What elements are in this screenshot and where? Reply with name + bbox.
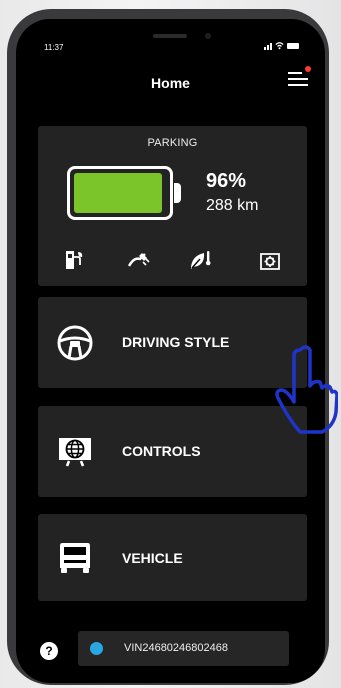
- status-icons: [264, 41, 299, 50]
- charging-station-icon[interactable]: [62, 248, 86, 272]
- driving-style-button[interactable]: DRIVING STYLE: [38, 297, 307, 388]
- vehicle-button[interactable]: VEHICLE: [38, 514, 307, 601]
- settings-icon[interactable]: [258, 248, 282, 272]
- battery-fill: [74, 173, 163, 213]
- steering-wheel-icon: [57, 325, 93, 361]
- battery-status-icon: [287, 42, 299, 49]
- hamburger-line: [288, 78, 308, 80]
- help-button[interactable]: ?: [40, 642, 58, 660]
- wifi-icon: [275, 42, 284, 50]
- van-icon: [60, 543, 90, 573]
- status-time: 11:37: [44, 43, 64, 52]
- speaker-notch: [153, 34, 187, 38]
- eco-temperature-icon[interactable]: [188, 248, 212, 272]
- connection-status-dot: [90, 642, 103, 655]
- pointer-hand-icon: [275, 345, 338, 434]
- battery-range: 288 km: [206, 197, 259, 214]
- parking-card[interactable]: PARKING 96% 288 km: [38, 126, 307, 286]
- battery-percent: 96%: [206, 170, 247, 192]
- controls-button[interactable]: CONTROLS: [38, 406, 307, 497]
- battery-terminal: [174, 183, 181, 203]
- hamburger-icon: [288, 72, 302, 74]
- globe-screen-icon: [59, 438, 91, 467]
- vehicle-label: VEHICLE: [122, 550, 183, 566]
- notification-dot: [305, 66, 311, 72]
- signal-icon: [264, 42, 272, 50]
- battery-gauge: [67, 166, 173, 220]
- vin-number: VIN24680246802468: [124, 642, 228, 654]
- charging-plug-icon[interactable]: [126, 248, 150, 272]
- vin-selector[interactable]: VIN24680246802468: [78, 631, 289, 666]
- controls-label: CONTROLS: [122, 443, 201, 459]
- menu-button[interactable]: [288, 66, 311, 88]
- driving-style-label: DRIVING STYLE: [122, 334, 230, 350]
- hamburger-line: [288, 84, 308, 86]
- camera: [205, 33, 211, 39]
- parking-label: PARKING: [147, 137, 198, 149]
- page-title: Home: [151, 75, 190, 91]
